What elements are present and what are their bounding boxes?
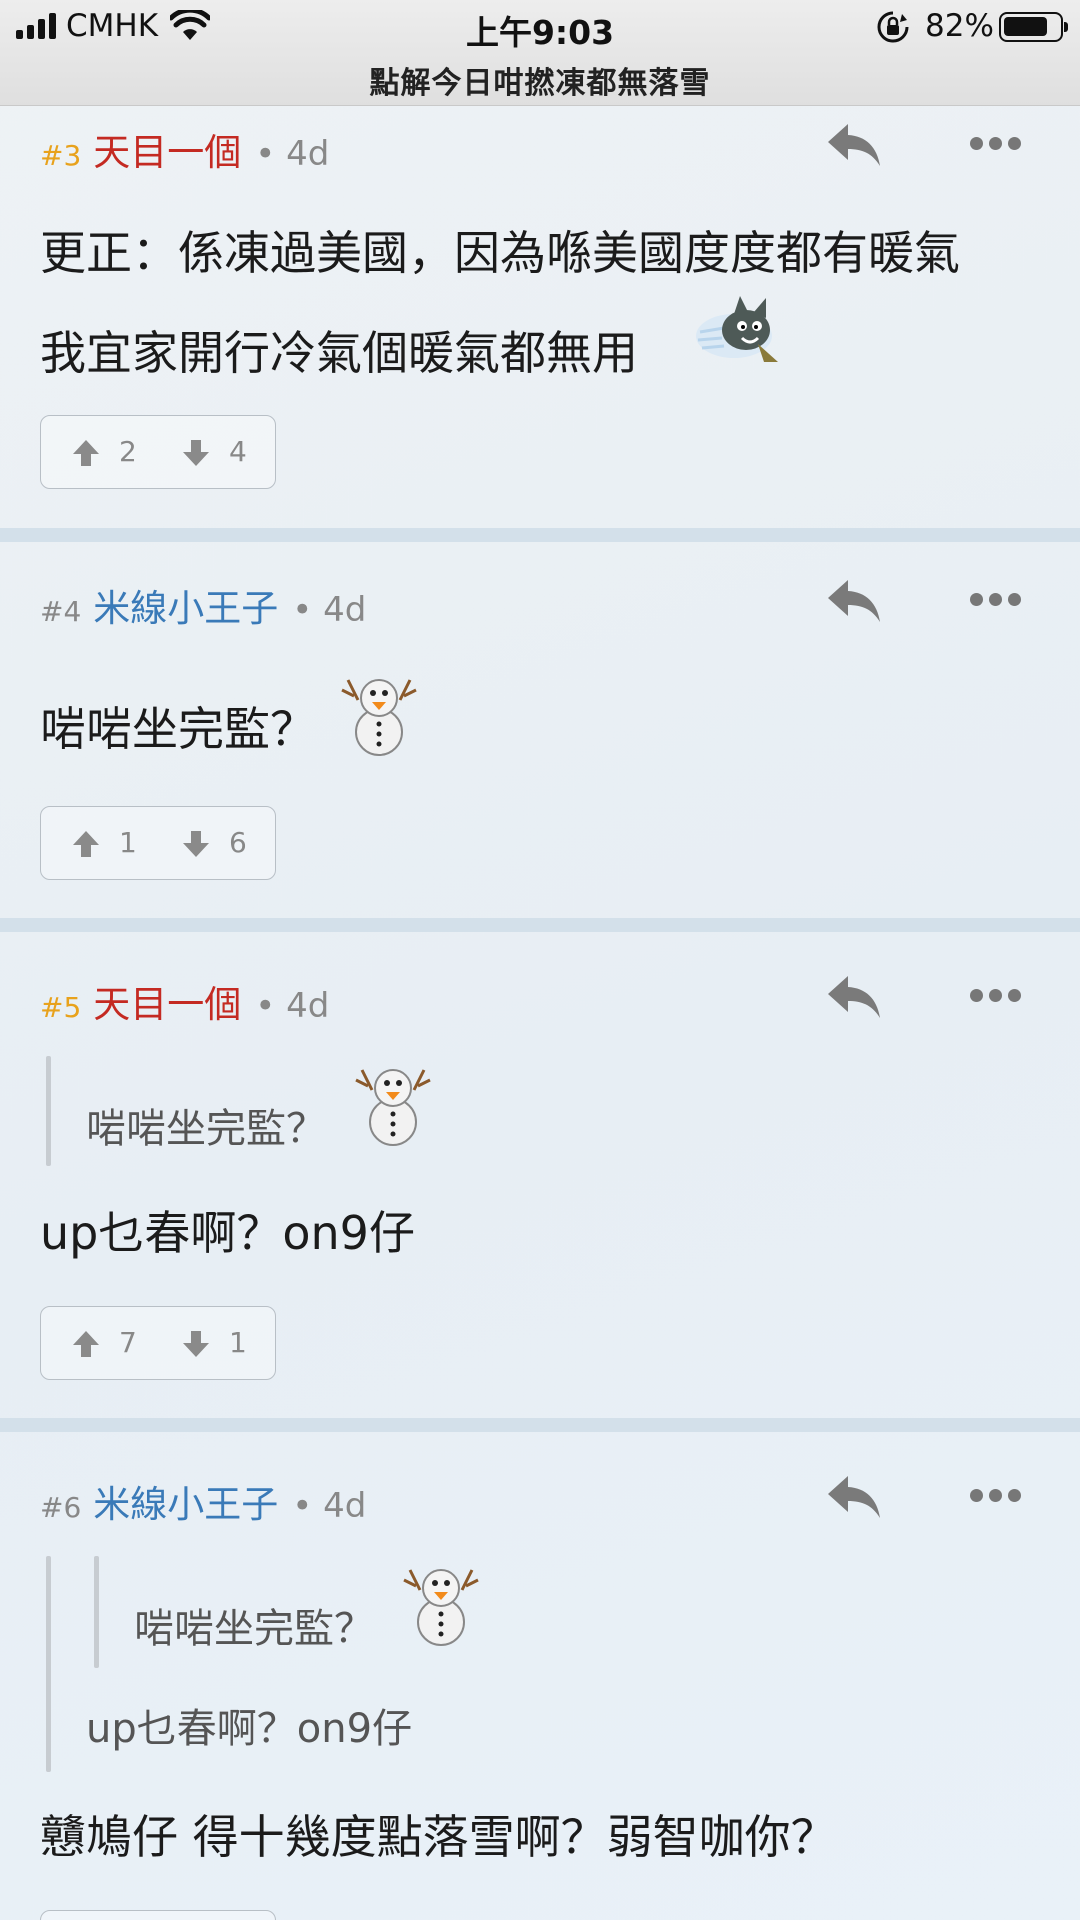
post-meta: #5 天目一個 • 4d <box>40 974 330 1026</box>
upvote-icon[interactable] <box>71 1329 101 1359</box>
snowman-emoji <box>341 679 417 756</box>
post-time: • 4d <box>292 1486 367 1526</box>
clock: 上午9:03 <box>465 13 615 52</box>
more-options-icon[interactable] <box>970 593 1022 607</box>
quoted-text-inner: 啱啱坐完監？ <box>134 1606 374 1652</box>
post-separator <box>0 528 1080 542</box>
downvote-count: 6 <box>229 826 247 859</box>
post-body-line: 我宜家開行冷氣個暖氣都無用 <box>40 326 638 380</box>
quoted-text: 啱啱坐完監？ <box>86 1106 326 1152</box>
more-options-icon[interactable] <box>970 989 1022 1003</box>
post-number: #4 <box>40 595 82 628</box>
more-options-icon[interactable] <box>970 1489 1022 1503</box>
reply-icon[interactable] <box>826 1474 882 1520</box>
vote-box: 7 1 <box>40 1306 276 1380</box>
post-time: • 4d <box>292 590 367 630</box>
downvote-icon[interactable] <box>181 829 211 859</box>
author-name[interactable]: 米線小王子 <box>93 1474 278 1528</box>
rotation-lock-icon <box>877 11 909 43</box>
post-body-line: 戇鳩仔 得十幾度點落雪啊？弱智咖你？ <box>40 1810 837 1864</box>
quote-bar <box>46 1056 51 1166</box>
thread-title: 點解今日咁撚凍都無落雪 <box>369 66 711 101</box>
post-meta: #6 米線小王子 • 4d <box>40 1474 367 1526</box>
upvote-count: 1 <box>119 826 137 859</box>
battery-fill <box>1004 17 1047 36</box>
author-name[interactable]: 米線小王子 <box>93 578 278 632</box>
quote-bar-inner <box>94 1556 99 1668</box>
post-time: • 4d <box>255 134 330 174</box>
post-separator <box>0 1418 1080 1432</box>
post-body-line: up乜春啊？on9仔 <box>40 1206 415 1260</box>
vote-box: 1 6 <box>40 806 276 880</box>
upvote-icon[interactable] <box>71 438 101 468</box>
snowman-emoji <box>355 1069 431 1146</box>
post-number: #3 <box>40 139 82 172</box>
downvote-count: 4 <box>229 435 247 468</box>
post-number: #6 <box>40 1491 82 1524</box>
post-body-line: 更正：係凍過美國，因為喺美國度度都有暖氣 <box>40 226 960 280</box>
post-separator <box>0 918 1080 932</box>
downvote-count: 1 <box>229 1326 247 1359</box>
upvote-icon[interactable] <box>71 829 101 859</box>
quoted-text-outer: up乜春啊？on9仔 <box>86 1706 413 1752</box>
downvote-icon[interactable] <box>181 438 211 468</box>
upvote-count: 7 <box>119 1326 137 1359</box>
status-bar: CMHK 上午9:03 82% <box>0 0 1080 54</box>
post-3: #3 天目一個 • 4d 更正：係凍過美國，因為喺美國度度都有暖氣 我宜家開行冷… <box>0 106 1080 528</box>
battery-icon <box>999 12 1068 42</box>
quote-bar-outer <box>46 1556 51 1772</box>
upvote-count: 2 <box>119 435 137 468</box>
reply-icon[interactable] <box>826 122 882 168</box>
post-meta: #3 天目一個 • 4d <box>40 122 330 174</box>
post-body-line: 啱啱坐完監？ <box>40 702 316 756</box>
reply-icon[interactable] <box>826 974 882 1020</box>
more-options-icon[interactable] <box>970 137 1022 151</box>
vote-box <box>40 1910 276 1920</box>
snowman-emoji <box>403 1569 479 1646</box>
top-bar: CMHK 上午9:03 82% 點解今日咁撚凍都無落雪 <box>0 0 1080 106</box>
author-name[interactable]: 天目一個 <box>93 974 241 1028</box>
downvote-icon[interactable] <box>181 1329 211 1359</box>
post-5: #5 天目一個 • 4d 啱啱坐完監？ up乜春啊？on9仔 7 1 <box>0 932 1080 1418</box>
post-6: #6 米線小王子 • 4d 啱啱坐完監？ up乜春啊？on9仔 戇鳩仔 得十幾度… <box>0 1432 1080 1920</box>
post-4: #4 米線小王子 • 4d 啱啱坐完監？ 1 6 <box>0 542 1080 918</box>
vote-box: 2 4 <box>40 415 276 489</box>
post-meta: #4 米線小王子 • 4d <box>40 578 367 630</box>
cold-cat-emoji <box>696 296 778 362</box>
reply-icon[interactable] <box>826 578 882 624</box>
post-time: • 4d <box>255 986 330 1026</box>
author-name[interactable]: 天目一個 <box>93 122 241 176</box>
battery-percent: 82% <box>925 8 994 44</box>
post-number: #5 <box>40 991 82 1024</box>
